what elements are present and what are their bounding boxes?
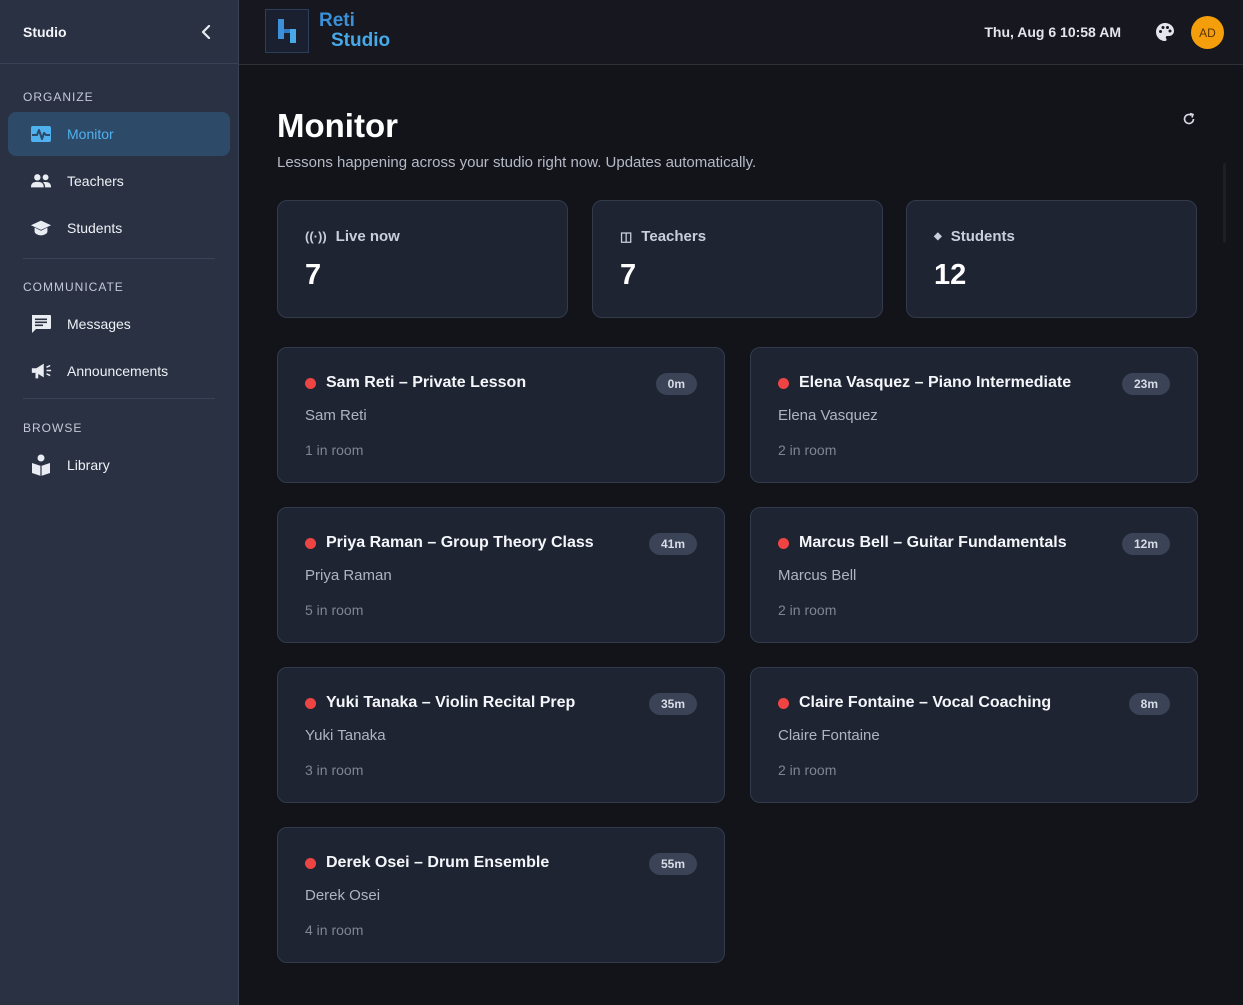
sidebar-item-label: Messages [67, 316, 131, 332]
page-title: Monitor [277, 107, 398, 144]
people-icon [30, 170, 52, 192]
live-indicator-icon [305, 858, 316, 869]
stat-value: 7 [305, 259, 322, 291]
lesson-title: Derek Osei – Drum Ensemble [326, 854, 550, 871]
duration-badge: 8m [1128, 693, 1170, 715]
lesson-teacher: Elena Vasquez [778, 407, 878, 424]
live-indicator-icon [778, 538, 789, 549]
sidebar-header: Studio [0, 0, 238, 64]
stat-card-live-now: ((·)) Live now 7 [277, 200, 568, 318]
stat-label: Students [950, 228, 1015, 245]
chevron-left-icon [201, 24, 211, 39]
top-bar: Reti Studio Thu, Aug 6 10:58 AM AD [239, 0, 1243, 65]
palette-icon [1156, 23, 1174, 41]
sidebar-item-label: Announcements [67, 363, 169, 379]
live-indicator-icon [778, 378, 789, 389]
stat-label: Teachers [641, 228, 707, 245]
current-datetime: Thu, Aug 6 10:58 AM [984, 24, 1121, 40]
lesson-card[interactable]: Marcus Bell – Guitar Fundamentals 12m Ma… [750, 507, 1198, 643]
duration-badge: 55m [648, 853, 697, 875]
section-label-browse: BROWSE [23, 421, 83, 435]
lesson-card[interactable]: Priya Raman – Group Theory Class 41m Pri… [277, 507, 725, 643]
lesson-title: Elena Vasquez – Piano Intermediate [799, 374, 1072, 391]
live-indicator-icon [305, 698, 316, 709]
live-indicator-icon [305, 378, 316, 389]
sidebar-item-messages[interactable]: Messages [8, 302, 230, 346]
stat-value: 7 [620, 259, 637, 291]
stat-label: Live now [335, 228, 400, 245]
section-label-organize: ORGANIZE [23, 90, 94, 104]
lesson-title: Sam Reti – Private Lesson [326, 374, 527, 391]
room-count: 2 in room [778, 442, 837, 458]
sidebar-item-label: Students [67, 220, 123, 236]
book-reader-icon [30, 454, 52, 476]
live-indicator-icon [778, 698, 789, 709]
duration-badge: 35m [648, 693, 697, 715]
room-count: 3 in room [305, 762, 364, 778]
refresh-button[interactable] [1182, 112, 1198, 128]
lesson-teacher: Sam Reti [305, 407, 367, 424]
lesson-teacher: Marcus Bell [778, 567, 857, 584]
duration-badge: 12m [1121, 533, 1170, 555]
graduation-cap-icon [30, 217, 52, 239]
broadcast-icon: ((·)) [305, 229, 327, 244]
columns-icon: ◫ [620, 228, 633, 244]
theme-button[interactable] [1155, 22, 1175, 42]
lesson-title: Priya Raman – Group Theory Class [326, 534, 594, 551]
lesson-title: Marcus Bell – Guitar Fundamentals [799, 534, 1067, 551]
lesson-card[interactable]: Yuki Tanaka – Violin Recital Prep 35m Yu… [277, 667, 725, 803]
sidebar-item-label: Library [67, 457, 110, 473]
room-count: 4 in room [305, 922, 364, 938]
lesson-card[interactable]: Claire Fontaine – Vocal Coaching 8m Clai… [750, 667, 1198, 803]
app-logo[interactable]: Reti Studio [265, 9, 390, 53]
stat-value: 12 [934, 259, 967, 291]
logo-line-1: Reti [319, 10, 355, 31]
room-count: 1 in room [305, 442, 364, 458]
duration-badge: 23m [1121, 373, 1170, 395]
monitor-heart-icon [30, 123, 52, 145]
duration-badge: 41m [648, 533, 697, 555]
stat-card-teachers: ◫ Teachers 7 [592, 200, 883, 318]
stat-card-students: ◆ Students 12 [906, 200, 1197, 318]
sidebar-item-label: Teachers [67, 173, 124, 189]
chat-icon [30, 313, 52, 335]
logo-text: Reti Studio [319, 11, 390, 51]
room-count: 2 in room [778, 762, 837, 778]
collapse-sidebar-button[interactable] [197, 23, 215, 41]
diamond-icon: ◆ [934, 231, 942, 242]
lesson-card[interactable]: Sam Reti – Private Lesson 0m Sam Reti 1 … [277, 347, 725, 483]
main-content: Monitor Lessons happening across your st… [239, 65, 1243, 1005]
lesson-card[interactable]: Derek Osei – Drum Ensemble 55m Derek Ose… [277, 827, 725, 963]
duration-badge: 0m [655, 373, 697, 395]
live-indicator-icon [305, 538, 316, 549]
lesson-teacher: Claire Fontaine [778, 727, 880, 744]
sidebar-title: Studio [23, 23, 67, 40]
room-count: 2 in room [778, 602, 837, 618]
section-label-communicate: COMMUNICATE [23, 280, 124, 294]
logo-line-2: Studio [331, 30, 391, 51]
lesson-teacher: Derek Osei [305, 887, 381, 904]
room-count: 5 in room [305, 602, 364, 618]
sidebar: Studio ORGANIZE Monitor Teachers Student… [0, 0, 239, 1005]
sidebar-item-announcements[interactable]: Announcements [8, 349, 230, 393]
sidebar-item-students[interactable]: Students [8, 206, 230, 250]
page-subtitle: Lessons happening across your studio rig… [277, 154, 757, 171]
sidebar-item-label: Monitor [67, 126, 114, 142]
scrollbar-thumb[interactable] [1223, 163, 1226, 243]
lesson-title: Claire Fontaine – Vocal Coaching [799, 694, 1052, 711]
lesson-card[interactable]: Elena Vasquez – Piano Intermediate 23m E… [750, 347, 1198, 483]
sidebar-item-monitor[interactable]: Monitor [8, 112, 230, 156]
user-avatar[interactable]: AD [1191, 16, 1224, 49]
lesson-teacher: Priya Raman [305, 567, 392, 584]
sidebar-item-teachers[interactable]: Teachers [8, 159, 230, 203]
lesson-title: Yuki Tanaka – Violin Recital Prep [326, 694, 576, 711]
logo-mark-icon [265, 9, 309, 53]
refresh-icon [1183, 112, 1195, 125]
megaphone-icon [30, 360, 52, 382]
lesson-teacher: Yuki Tanaka [305, 727, 386, 744]
sidebar-item-library[interactable]: Library [8, 443, 230, 487]
